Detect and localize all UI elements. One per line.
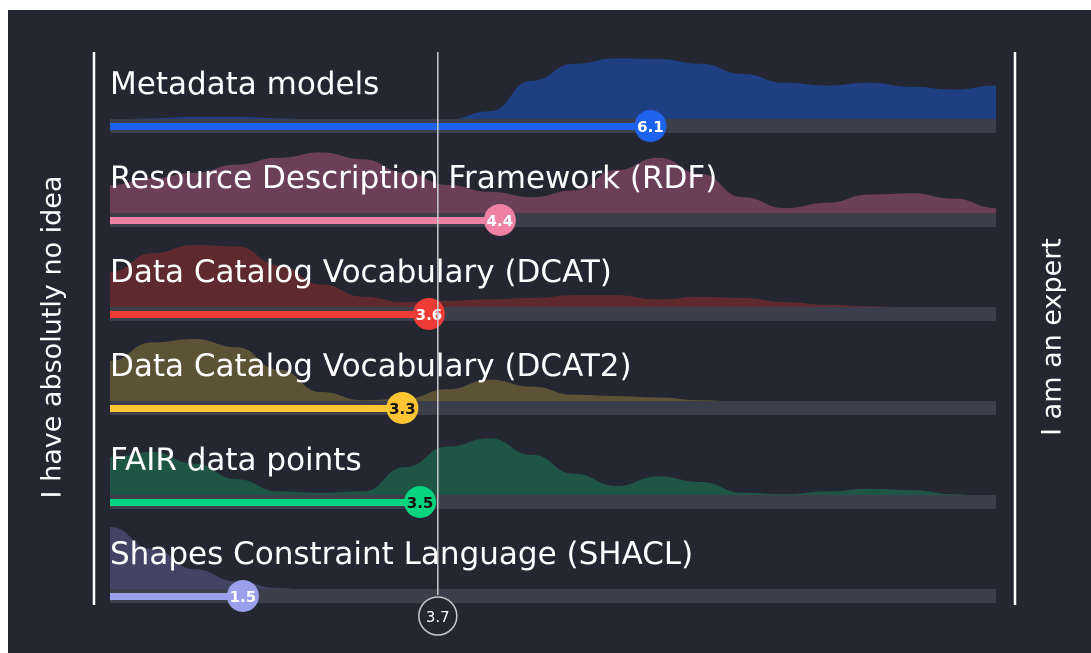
statement-label: Resource Description Framework (RDF)	[110, 160, 717, 196]
statement-label: Data Catalog Vocabulary (DCAT)	[110, 254, 612, 290]
value-label: 6.1	[637, 118, 664, 136]
statement-rows: Metadata models 6.1 Resource Description F…	[110, 58, 996, 612]
statement-label: Metadata models	[110, 66, 379, 102]
statement-label: Data Catalog Vocabulary (DCAT2)	[110, 348, 632, 384]
statement-row: Data Catalog Vocabulary (DCAT)3.6	[110, 245, 996, 330]
statement-label: Shapes Constraint Language (SHACL)	[110, 536, 693, 572]
statement-label: FAIR data points	[110, 442, 362, 478]
statement-row: Resource Description Framework (RDF) 4.4	[110, 152, 996, 236]
value-bar	[110, 593, 243, 600]
value-label: 3.3	[389, 400, 416, 418]
left-scale-label: I have absolutly no idea	[37, 176, 68, 499]
value-label: 4.4	[487, 212, 514, 230]
statement-row: Shapes Constraint Language (SHACL) 1.5	[110, 527, 996, 612]
mean-value-label: 3.7	[426, 608, 450, 626]
right-scale-label: I am an expert	[1037, 238, 1068, 436]
value-label: 3.5	[407, 494, 434, 512]
value-bar	[110, 499, 421, 506]
scale-chart: I have absolutly no idea I am an expert …	[37, 52, 1068, 636]
chart-panel: I have absolutly no idea I am an expert …	[8, 10, 1091, 653]
value-bar	[110, 123, 651, 130]
value-bar	[110, 311, 429, 318]
value-bar	[110, 405, 403, 412]
value-label: 1.5	[230, 588, 257, 606]
value-bar	[110, 217, 500, 224]
statement-row: Metadata models 6.1	[110, 58, 996, 142]
statement-row: FAIR data points 3.5	[110, 438, 996, 518]
statement-row: Data Catalog Vocabulary (DCAT2) 3.3	[110, 339, 996, 424]
